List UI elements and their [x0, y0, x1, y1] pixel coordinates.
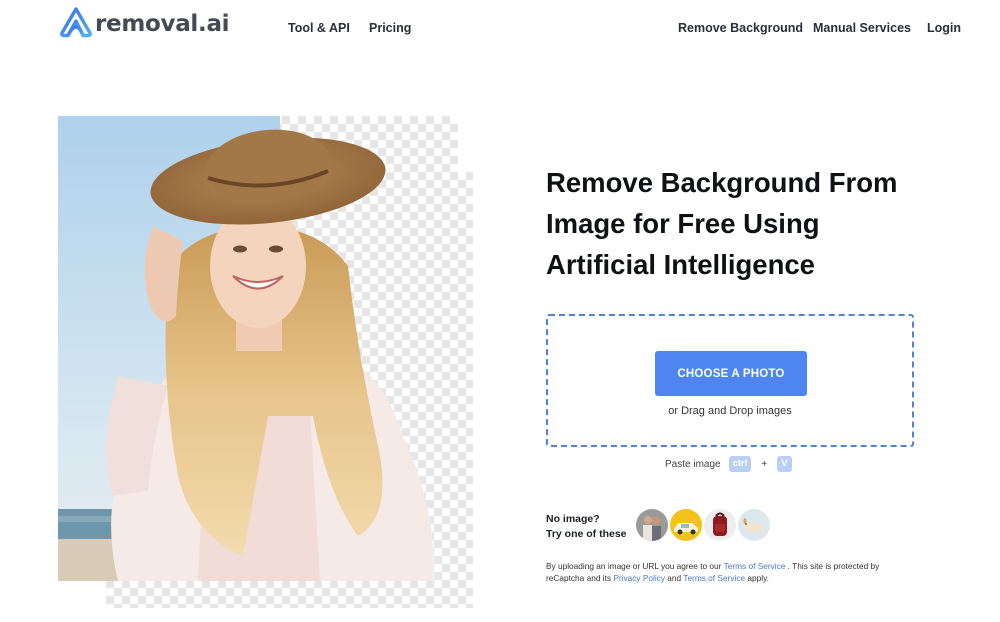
nav-manual-services[interactable]: Manual Services — [813, 21, 911, 35]
v-key-badge: V — [777, 456, 792, 472]
logo[interactable]: removal.ai — [58, 6, 230, 38]
sample-prompt-line-1: No image? — [546, 513, 600, 525]
sample-images — [634, 507, 772, 543]
sample-prompt: No image? Try one of these — [546, 512, 627, 542]
nav-pricing[interactable]: Pricing — [369, 21, 411, 35]
legal-text-3: and — [664, 573, 684, 583]
upload-dropzone[interactable]: CHOOSE A PHOTO or Drag and Drop images — [546, 314, 914, 447]
paste-shortcut-hint: Paste image ctrl + V — [665, 456, 792, 472]
sample-car-thumbnail[interactable] — [668, 507, 704, 543]
privacy-policy-link[interactable]: Privacy Policy — [613, 573, 665, 583]
legal-text-1: By uploading an image or URL you agree t… — [546, 561, 724, 571]
legal-notice: By uploading an image or URL you agree t… — [546, 560, 916, 584]
nav-tool-api[interactable]: Tool & API — [288, 21, 350, 35]
terms-of-service-link[interactable]: Terms of Service — [724, 561, 786, 571]
paste-label: Paste image — [665, 458, 721, 470]
sample-dog-thumbnail[interactable] — [736, 507, 772, 543]
ctrl-key-badge: ctrl — [728, 456, 752, 472]
legal-text-4: apply. — [745, 573, 769, 583]
headline-line-2: Image for Free Using — [546, 208, 820, 239]
sample-backpack-thumbnail[interactable] — [702, 507, 738, 543]
logo-text: removal.ai — [95, 10, 230, 37]
sample-couple-thumbnail[interactable] — [634, 507, 670, 543]
logo-icon — [60, 7, 92, 38]
plus-sign: + — [761, 458, 768, 470]
terms-of-service-link-2[interactable]: Terms of Service — [683, 573, 745, 583]
sample-prompt-line-2: Try one of these — [546, 528, 627, 540]
hero-photo — [58, 116, 458, 581]
nav-login[interactable]: Login — [927, 21, 961, 35]
nav-remove-background[interactable]: Remove Background — [678, 21, 803, 35]
drag-drop-hint: or Drag and Drop images — [668, 405, 792, 417]
headline-line-3: Artificial Intelligence — [546, 249, 815, 280]
headline-line-1: Remove Background From — [546, 167, 898, 198]
choose-photo-button[interactable]: CHOOSE A PHOTO — [655, 351, 807, 396]
page-title: Remove Background From Image for Free Us… — [546, 162, 926, 285]
